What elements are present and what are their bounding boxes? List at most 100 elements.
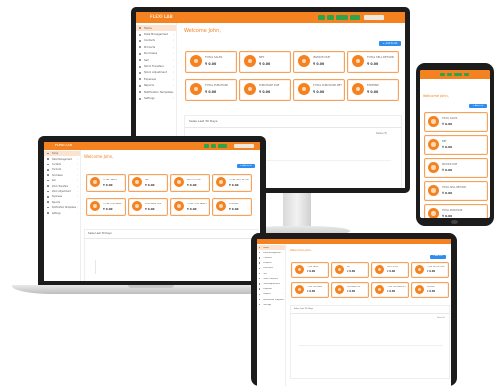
stat-card[interactable]: TOTAL PURCHASE RETURN ₹ 0.00 <box>170 198 210 216</box>
stat-label: INVOICE DUE <box>187 179 201 181</box>
menu-bullet-icon <box>47 163 49 166</box>
chevron-right-icon: › <box>282 303 283 306</box>
sidebar-item[interactable]: Settings › <box>136 95 176 101</box>
stat-card[interactable]: EXPENSE ₹ 0.00 <box>411 282 449 298</box>
sidebar-item-label: Reports <box>51 200 60 204</box>
laptop-notch <box>128 285 174 288</box>
top-navbar: FLEXI LAB <box>136 12 405 23</box>
navbar-button[interactable] <box>318 15 325 20</box>
chevron-right-icon: › <box>282 272 283 275</box>
stat-card[interactable]: INVOICE DUE ₹ 0.00 <box>293 51 345 73</box>
stat-value: ₹ 0.00 <box>187 183 197 187</box>
stat-card[interactable]: TOTAL PURCHASE ₹ 0.00 <box>86 198 126 216</box>
stat-card[interactable]: TOTAL PURCHASE ₹ 0.00 <box>291 282 329 298</box>
stat-icon <box>190 83 202 95</box>
sales-chart-panel: Sales Last 30 Days Sales (₹) <box>290 305 450 379</box>
stat-label: NET <box>259 56 265 59</box>
menu-bullet-icon <box>47 212 49 214</box>
stat-card[interactable]: TOTAL SALES ₹ 0.00 <box>424 112 488 132</box>
stat-card[interactable]: NET ₹ 0.00 <box>424 135 488 155</box>
stat-label: TOTAL PURCHASE <box>103 203 122 205</box>
stat-icon <box>132 201 142 211</box>
stat-card[interactable]: PURCHASE DUE ₹ 0.00 <box>128 198 168 216</box>
sidebar-item-label: Products <box>263 262 272 265</box>
stat-card[interactable]: INVOICE DUE ₹ 0.00 <box>170 174 210 192</box>
navbar-button[interactable] <box>447 73 452 76</box>
sidebar-item-label: Notification Templates <box>51 206 76 210</box>
stat-card[interactable]: TOTAL SALES ₹ 0.00 <box>291 262 329 278</box>
add-button[interactable]: + Add to lst <box>237 164 255 168</box>
top-navbar <box>257 239 451 244</box>
laptop-screen: FLEXI LAB Home Data Management › Contacts › P… <box>44 142 260 281</box>
stat-card[interactable]: TOTAL PURCHASE ₹ 0.00 <box>185 79 237 101</box>
navbar-button[interactable] <box>218 144 227 148</box>
chart-y-axis <box>95 260 96 274</box>
stat-card[interactable]: NET ₹ 0.00 <box>331 262 369 278</box>
navbar-button[interactable] <box>454 73 462 76</box>
stat-icon <box>375 285 384 294</box>
stat-icon <box>216 201 226 211</box>
stat-card[interactable]: INVOICE DUE ₹ 0.00 <box>371 262 409 278</box>
stat-card[interactable]: TOTAL SALES ₹ 0.00 <box>86 174 126 192</box>
stat-icon <box>132 177 142 187</box>
stat-card[interactable]: TOTAL SALES ₹ 0.00 <box>185 51 237 73</box>
sidebar: Home Data Management › Contacts › Products › Pu… <box>44 150 81 281</box>
chart-legend: Sales (₹) <box>376 132 387 135</box>
chevron-right-icon: › <box>172 58 174 62</box>
chart-title: Sales Last 30 Days <box>294 308 313 310</box>
menu-bullet-icon <box>47 185 49 187</box>
chevron-right-icon: › <box>77 206 78 210</box>
stat-card[interactable]: TOTAL SELL RETURN ₹ 0.00 <box>212 174 252 192</box>
menu-bullet-icon <box>259 293 261 296</box>
add-button[interactable]: + Add to lst <box>379 41 401 46</box>
chevron-right-icon: › <box>172 33 174 37</box>
stat-card[interactable]: NET ₹ 0.00 <box>128 174 168 192</box>
stat-card[interactable]: PURCHASE DUE ₹ 0.00 <box>239 79 291 101</box>
stat-value: ₹ 0.00 <box>313 62 325 66</box>
menu-bullet-icon <box>139 59 141 62</box>
welcome-heading: Welcome John, <box>290 248 313 252</box>
sidebar-item[interactable]: Settings › <box>44 210 80 215</box>
stat-card[interactable]: TOTAL SELL RETURN ₹ 0.00 <box>411 262 449 278</box>
navbar-button[interactable] <box>350 15 360 20</box>
monitor-stand-neck <box>283 193 311 230</box>
app-logo: FLEXI LAB <box>55 143 73 147</box>
navbar-button[interactable] <box>327 15 334 20</box>
stat-card[interactable]: TOTAL SELL RETURN ₹ 0.00 <box>424 181 488 201</box>
navbar-button[interactable] <box>464 73 469 76</box>
sidebar-item-label: Expenses <box>144 77 157 81</box>
stat-card[interactable]: TOTAL PURCHASE RETURN ₹ 0.00 <box>293 79 345 101</box>
stat-icon <box>415 265 424 274</box>
chart-title: Sales Last 30 Days <box>88 232 112 235</box>
sidebar-item-label: Home <box>51 152 59 156</box>
add-button[interactable]: + Add to lst <box>469 104 487 108</box>
navbar-button[interactable] <box>211 144 216 148</box>
stat-card[interactable]: TOTAL SELL RETURN ₹ 0.00 <box>347 51 399 73</box>
stat-value: ₹ 0.00 <box>442 122 453 126</box>
navbar-button[interactable] <box>440 73 445 76</box>
stat-icon <box>90 201 100 211</box>
tablet-screen: Home Data Management › Contacts › Products › Pu… <box>257 239 451 386</box>
chart-axis <box>291 313 449 314</box>
stat-label: NET <box>145 179 150 181</box>
stat-icon <box>190 55 202 67</box>
user-menu[interactable] <box>364 15 384 20</box>
sidebar-item[interactable]: Settings › <box>257 302 285 307</box>
stat-value: ₹ 0.00 <box>307 270 316 273</box>
menu-bullet-icon <box>139 97 141 100</box>
stat-card[interactable]: INVOICE DUE ₹ 0.00 <box>424 158 488 178</box>
stat-card[interactable]: TOTAL PURCHASE ₹ 0.00 <box>424 204 488 218</box>
stat-card[interactable]: EXPENSE ₹ 0.00 <box>212 198 252 216</box>
stat-card[interactable]: PURCHASE DUE ₹ 0.00 <box>331 282 369 298</box>
sidebar-item-label: Contacts <box>263 256 272 259</box>
phone-home-button[interactable] <box>451 220 458 224</box>
stat-card[interactable]: TOTAL PURCHASE RETURN ₹ 0.00 <box>371 282 409 298</box>
stat-card[interactable]: EXPENSE ₹ 0.00 <box>347 79 399 101</box>
stat-card[interactable]: NET ₹ 0.00 <box>239 51 291 73</box>
navbar-button[interactable] <box>204 144 209 148</box>
user-menu[interactable] <box>234 144 254 148</box>
add-button[interactable]: + Add to lst <box>430 255 446 259</box>
menu-bullet-icon <box>259 304 261 306</box>
navbar-button[interactable] <box>336 15 348 20</box>
stat-value: ₹ 0.00 <box>187 207 197 211</box>
